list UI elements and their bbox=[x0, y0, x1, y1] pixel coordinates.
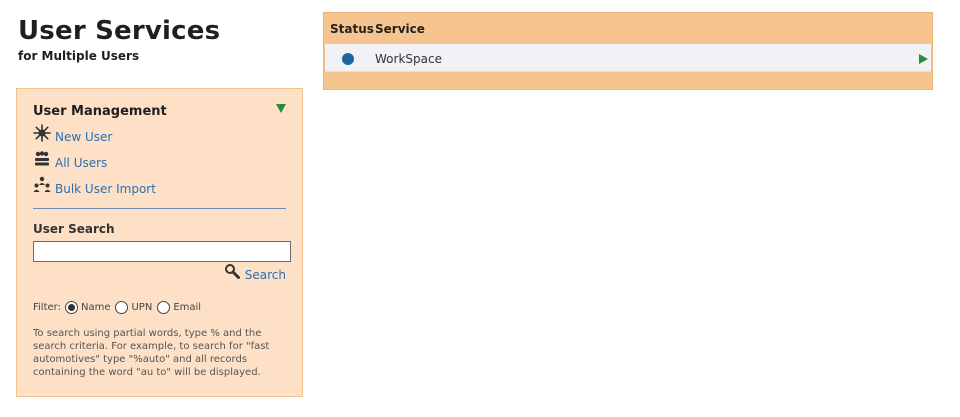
page-header: User Services for Multiple Users bbox=[18, 14, 220, 63]
user-management-header: User Management bbox=[33, 100, 286, 119]
search-label: Search bbox=[244, 268, 286, 282]
divider bbox=[33, 208, 286, 209]
column-header-service: Service bbox=[375, 22, 425, 36]
bulk-user-import-link[interactable]: Bulk User Import bbox=[33, 176, 287, 202]
table-row[interactable]: WorkSpace bbox=[325, 44, 931, 72]
search-help-text: To search using partial words, type % an… bbox=[33, 328, 270, 378]
status-dot-icon bbox=[342, 53, 354, 65]
all-users-label: All Users bbox=[55, 156, 108, 170]
services-table: Status Service WorkSpace bbox=[323, 12, 933, 90]
user-management-panel: User Management New User All Users Bulk … bbox=[16, 88, 303, 397]
bulk-user-import-label: Bulk User Import bbox=[55, 182, 156, 196]
services-table-header: Status Service bbox=[324, 13, 932, 44]
all-users-link[interactable]: All Users bbox=[33, 150, 287, 176]
filter-email-label: Email bbox=[173, 302, 202, 313]
user-management-title: User Management bbox=[33, 104, 167, 119]
starburst-icon bbox=[33, 124, 51, 142]
search-button[interactable]: Search bbox=[224, 264, 286, 283]
new-user-link[interactable]: New User bbox=[33, 124, 287, 150]
filter-options: Filter: Name UPN Email bbox=[33, 301, 206, 314]
page-title: User Services bbox=[18, 16, 221, 46]
play-arrow-icon[interactable] bbox=[919, 54, 928, 64]
user-management-links: New User All Users Bulk User Import bbox=[33, 124, 287, 202]
filter-name-radio[interactable] bbox=[64, 301, 78, 314]
new-user-label: New User bbox=[55, 130, 113, 144]
group-import-icon bbox=[33, 176, 51, 192]
users-stack-icon bbox=[35, 151, 49, 166]
service-name: WorkSpace bbox=[375, 52, 442, 66]
user-search-input[interactable] bbox=[33, 241, 291, 262]
user-search-title: User Search bbox=[33, 222, 115, 236]
filter-email-radio[interactable] bbox=[157, 301, 171, 314]
filter-upn-label: UPN bbox=[131, 302, 153, 313]
filter-name-label: Name bbox=[80, 302, 111, 313]
page-subtitle: for Multiple Users bbox=[18, 49, 140, 63]
filter-upn-radio[interactable] bbox=[115, 301, 129, 314]
magnifier-icon bbox=[224, 264, 240, 279]
column-header-status: Status bbox=[330, 22, 374, 36]
filter-label: Filter: bbox=[33, 302, 61, 313]
triangle-down-icon[interactable] bbox=[276, 104, 286, 113]
